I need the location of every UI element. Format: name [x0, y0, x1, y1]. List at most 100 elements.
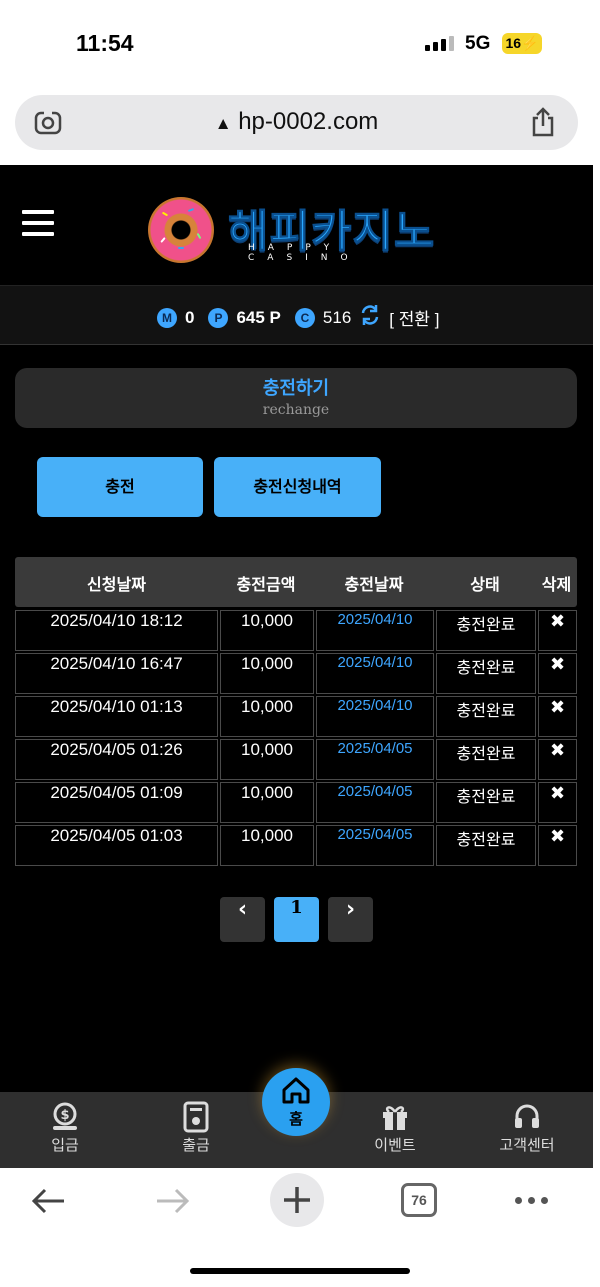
- forward-arrow-icon[interactable]: [155, 1186, 191, 1220]
- tabs-button[interactable]: 76: [401, 1183, 437, 1217]
- new-tab-button[interactable]: [270, 1173, 324, 1227]
- col-status: 상태: [470, 575, 500, 594]
- request-date-cell: 2025/04/05 01:26: [15, 739, 218, 780]
- status-cell: 충전완료: [436, 782, 536, 823]
- signal-icon: [425, 36, 454, 51]
- warning-icon: ▲: [214, 114, 232, 133]
- page-subtitle: rechange: [262, 402, 330, 418]
- status-cell: 충전완료: [436, 610, 536, 651]
- logo-subtext: HAPPY CASINO: [248, 243, 361, 263]
- table-row: 2025/04/10 01:13 10,000 2025/04/10 충전완료 ✖: [15, 696, 577, 737]
- casino-coin-icon: C: [294, 307, 315, 328]
- page-1-button[interactable]: 1: [274, 897, 319, 942]
- site-logo[interactable]: 해피카지노 HAPPY CASINO: [148, 193, 448, 263]
- delete-button[interactable]: ✖: [538, 739, 577, 780]
- col-request-date: 신청날짜: [87, 575, 146, 594]
- status-bar: 11:54 5G 16⚡: [0, 0, 600, 88]
- site-viewport: 해피카지노 HAPPY CASINO M 0 P 645 P C 516 [ 전…: [0, 165, 593, 1168]
- charge-date-cell: 2025/04/10: [316, 696, 434, 737]
- status-cell: 충전완료: [436, 696, 536, 737]
- donut-logo-icon: [148, 197, 214, 263]
- delete-button[interactable]: ✖: [538, 782, 577, 823]
- status-cell: 충전완료: [436, 739, 536, 780]
- amount-cell: 10,000: [220, 739, 314, 780]
- status-cell: 충전완료: [436, 825, 536, 866]
- table-row: 2025/04/05 01:26 10,000 2025/04/05 충전완료 ✖: [15, 739, 577, 780]
- nav-withdraw[interactable]: 출금: [151, 1100, 241, 1155]
- delete-button[interactable]: ✖: [538, 696, 577, 737]
- nav-support[interactable]: 고객센터: [482, 1100, 572, 1155]
- menu-icon[interactable]: [22, 210, 54, 240]
- request-date-cell: 2025/04/05 01:03: [15, 825, 218, 866]
- page-title-box: 충전하기 rechange: [15, 368, 577, 428]
- nav-withdraw-label: 출금: [182, 1136, 210, 1154]
- point-coin-icon: P: [208, 307, 229, 328]
- gift-icon: [350, 1100, 440, 1134]
- refresh-icon[interactable]: [359, 304, 381, 331]
- url-value: hp-0002.com: [238, 108, 379, 135]
- headset-icon: [482, 1100, 572, 1134]
- switch-button[interactable]: [ 전환 ]: [389, 305, 439, 330]
- network-type: 5G: [465, 33, 491, 54]
- nav-support-label: 고객센터: [499, 1136, 555, 1154]
- charge-date-cell: 2025/04/10: [316, 653, 434, 694]
- amount-cell: 10,000: [220, 653, 314, 694]
- status-cell: 충전완료: [436, 653, 536, 694]
- deposit-icon: $: [20, 1100, 110, 1134]
- home-indicator: [190, 1268, 410, 1274]
- casino-value: 516: [322, 307, 352, 327]
- table-row: 2025/04/10 18:12 10,000 2025/04/10 충전완료 ✖: [15, 610, 577, 651]
- amount-cell: 10,000: [220, 825, 314, 866]
- home-icon: [281, 1076, 311, 1108]
- request-date-cell: 2025/04/05 01:09: [15, 782, 218, 823]
- nav-deposit-label: 입금: [51, 1136, 79, 1154]
- withdraw-icon: [151, 1100, 241, 1134]
- point-value: 645 P: [236, 307, 281, 327]
- amount-cell: 10,000: [220, 782, 314, 823]
- battery-level: 16: [505, 35, 522, 51]
- back-arrow-icon[interactable]: [30, 1186, 66, 1220]
- money-coin-icon: M: [157, 307, 177, 328]
- next-page-button[interactable]: ›: [328, 897, 373, 942]
- table-row: 2025/04/05 01:09 10,000 2025/04/05 충전완료 ✖: [15, 782, 577, 823]
- share-icon[interactable]: [530, 107, 556, 141]
- charge-date-cell: 2025/04/05: [316, 825, 434, 866]
- table-row: 2025/04/05 01:03 10,000 2025/04/05 충전완료 ✖: [15, 825, 577, 866]
- charge-tab-button[interactable]: 충전: [37, 457, 203, 517]
- url-bar[interactable]: ▲ hp-0002.com: [15, 95, 578, 150]
- more-icon[interactable]: [515, 1197, 548, 1204]
- nav-event[interactable]: 이벤트: [350, 1100, 440, 1155]
- prev-page-button[interactable]: ‹: [220, 897, 265, 942]
- delete-button[interactable]: ✖: [538, 825, 577, 866]
- request-date-cell: 2025/04/10 01:13: [15, 696, 218, 737]
- col-delete: 삭제: [541, 575, 572, 594]
- charge-date-cell: 2025/04/05: [316, 782, 434, 823]
- svg-text:$: $: [60, 1108, 69, 1123]
- table-header: 신청날짜 충전금액 충전날짜 상태 삭제: [15, 557, 577, 607]
- money-value: 0: [185, 307, 195, 327]
- charge-history-tab-button[interactable]: 충전신청내역: [214, 457, 381, 517]
- col-amount: 충전금액: [236, 575, 296, 594]
- status-time: 11:54: [76, 30, 134, 56]
- charge-date-cell: 2025/04/05: [316, 739, 434, 780]
- bottom-nav: $ 입금 출금 홈 이벤트 고객센터: [0, 1068, 593, 1168]
- battery-icon: 16⚡: [502, 33, 542, 54]
- request-date-cell: 2025/04/10 16:47: [15, 653, 218, 694]
- nav-deposit[interactable]: $ 입금: [20, 1100, 110, 1155]
- delete-button[interactable]: ✖: [538, 653, 577, 694]
- col-charge-date: 충전날짜: [344, 575, 404, 594]
- nav-event-label: 이벤트: [374, 1136, 416, 1154]
- amount-cell: 10,000: [220, 696, 314, 737]
- url-text[interactable]: ▲ hp-0002.com: [15, 108, 578, 136]
- site-header: 해피카지노 HAPPY CASINO: [0, 165, 593, 285]
- points-bar: M 0 P 645 P C 516 [ 전환 ]: [0, 285, 593, 345]
- page-title: 충전하기: [262, 378, 330, 399]
- plus-icon: [284, 1187, 310, 1213]
- browser-toolbar: 76: [0, 1168, 600, 1287]
- delete-button[interactable]: ✖: [538, 610, 577, 651]
- table-row: 2025/04/10 16:47 10,000 2025/04/10 충전완료 ✖: [15, 653, 577, 694]
- nav-home[interactable]: 홈: [262, 1068, 330, 1154]
- nav-home-label: 홈: [289, 1109, 303, 1128]
- amount-cell: 10,000: [220, 610, 314, 651]
- request-date-cell: 2025/04/10 18:12: [15, 610, 218, 651]
